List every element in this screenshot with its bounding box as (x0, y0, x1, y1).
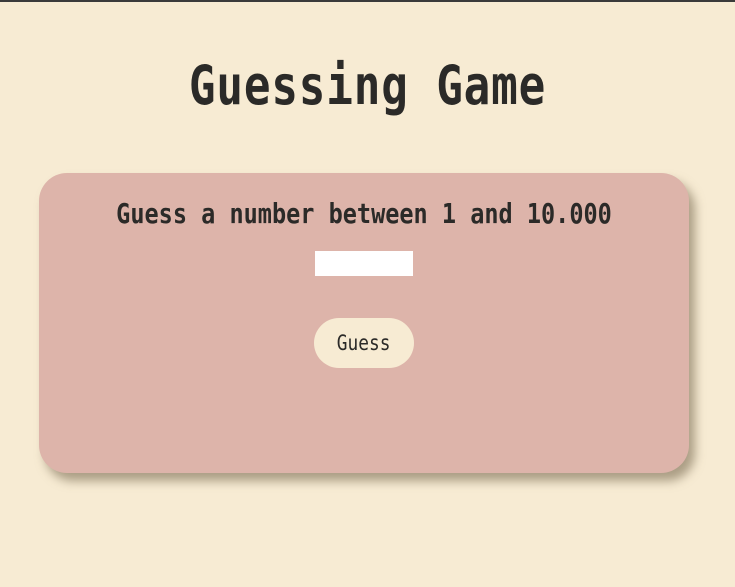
game-card: Guess a number between 1 and 10.000 Gues… (39, 173, 689, 473)
page-title: Guessing Game (188, 54, 547, 117)
guess-input[interactable] (315, 251, 413, 276)
guess-button-label: Guess (337, 331, 391, 355)
guess-button[interactable]: Guess (314, 318, 414, 368)
guess-prompt: Guess a number between 1 and 10.000 (116, 197, 612, 230)
